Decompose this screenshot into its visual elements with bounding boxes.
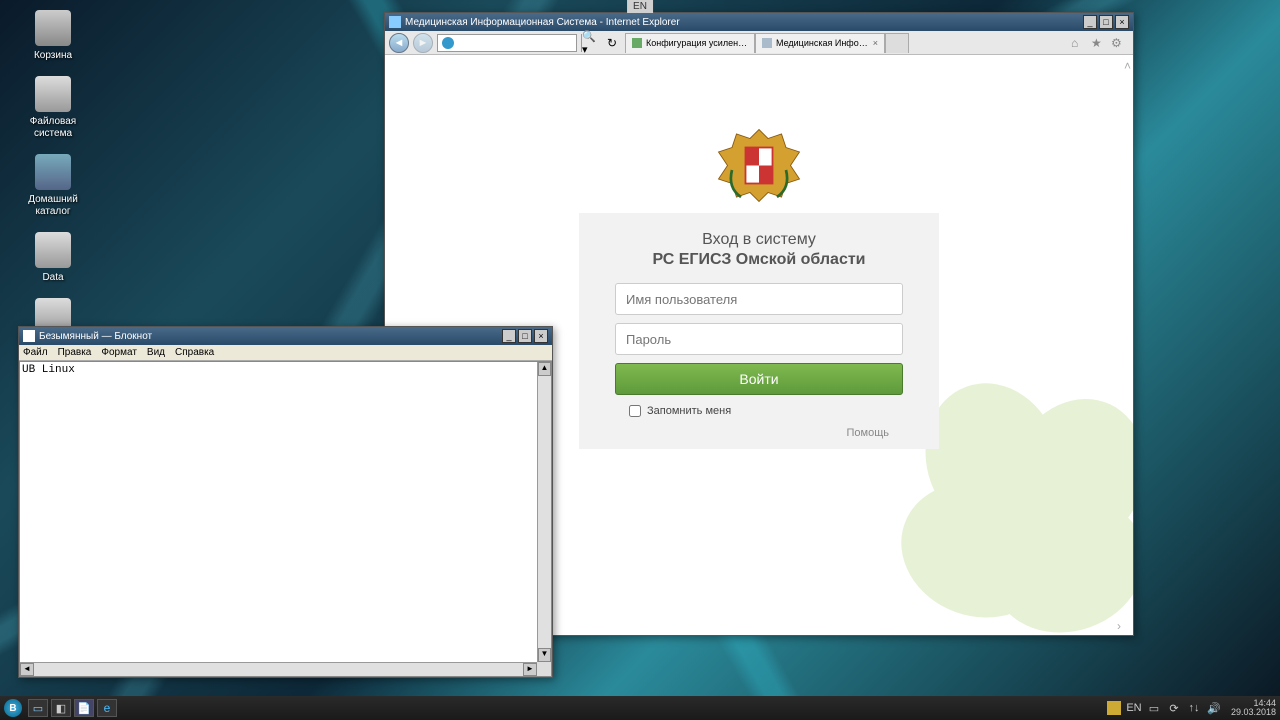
maximize-button[interactable]: □ (1099, 15, 1113, 29)
files-icon: ▭ (33, 702, 43, 715)
maximize-button[interactable]: □ (518, 329, 532, 343)
login-panel: Вход в систему РС ЕГИСЗ Омской области В… (579, 125, 939, 449)
menu-help[interactable]: Справка (175, 347, 214, 358)
tray-app-icon[interactable] (1107, 701, 1121, 715)
login-submit-button[interactable]: Войти (615, 363, 903, 395)
tray-update-icon[interactable]: ⟳ (1167, 701, 1181, 715)
address-bar[interactable] (437, 34, 577, 52)
tab-config[interactable]: Конфигурация усиленной без... (625, 33, 755, 53)
login-title: Вход в систему (593, 231, 925, 249)
new-tab-button[interactable] (885, 33, 909, 53)
browser-tabs: Конфигурация усиленной без... Медицинска… (625, 33, 1063, 53)
desktop-icons: Корзина Файловая система Домашний катало… (18, 10, 88, 338)
browser-toolbar: ◄ ► 🔍▾ ↻ Конфигурация усиленной без... М… (385, 31, 1133, 55)
username-input[interactable] (615, 283, 903, 315)
notepad-task-icon: 📄 (77, 702, 91, 715)
notepad-textarea[interactable] (20, 362, 537, 662)
scroll-right-button[interactable]: ► (523, 663, 537, 676)
browser-title: Медицинская Информационная Система - Int… (405, 17, 1083, 28)
desktop-icon-data[interactable]: Data (18, 232, 88, 284)
tab-favicon-icon (762, 38, 772, 48)
notepad-icon (23, 330, 35, 342)
trash-icon (35, 10, 71, 46)
remember-label: Запомнить меня (647, 405, 731, 417)
home-icon[interactable]: ⌂ (1071, 36, 1085, 50)
menu-view[interactable]: Вид (147, 347, 165, 358)
menu-format[interactable]: Формат (101, 347, 137, 358)
scroll-right-icon[interactable]: › (1117, 619, 1121, 633)
scroll-up-button[interactable]: ▲ (538, 362, 551, 376)
horizontal-scrollbar[interactable]: ◄ ► (20, 662, 537, 676)
notepad-editor: ▲ ▼ ◄ ► (19, 361, 552, 677)
tray-network-icon[interactable]: ↑↓ (1187, 701, 1201, 715)
tray-clock[interactable]: 14:44 29.03.2018 (1231, 699, 1276, 717)
menu-edit[interactable]: Правка (58, 347, 92, 358)
password-input[interactable] (615, 323, 903, 355)
tab-favicon-icon (632, 38, 642, 48)
taskbar-notepad-button[interactable]: 📄 (74, 699, 94, 717)
scroll-left-button[interactable]: ◄ (20, 663, 34, 676)
tray-battery-icon[interactable]: ▭ (1147, 701, 1161, 715)
tools-icon[interactable]: ⚙ (1111, 36, 1125, 50)
taskbar-browser-button[interactable]: e (97, 699, 117, 717)
start-button[interactable]: B (4, 699, 22, 717)
notepad-titlebar[interactable]: Безымянный — Блокнот _ □ × (19, 327, 552, 345)
resize-grip[interactable] (537, 662, 551, 676)
tray-date: 29.03.2018 (1231, 708, 1276, 717)
close-button[interactable]: × (534, 329, 548, 343)
tray-lang[interactable]: EN (1127, 701, 1141, 715)
menu-file[interactable]: Файл (23, 347, 48, 358)
reload-button[interactable]: ↻ (603, 34, 621, 52)
folder-home-icon (35, 154, 71, 190)
taskbar-desktop-button[interactable]: ◧ (51, 699, 71, 717)
remember-checkbox[interactable] (629, 405, 641, 417)
system-tray: EN ▭ ⟳ ↑↓ 🔊 14:44 29.03.2018 (1107, 699, 1276, 717)
notepad-title: Безымянный — Блокнот (39, 331, 502, 342)
search-dropdown-button[interactable]: 🔍▾ (581, 34, 599, 52)
close-button[interactable]: × (1115, 15, 1129, 29)
tab-medinfo[interactable]: Медицинская Информацио... × (755, 33, 885, 53)
lang-indicator-top[interactable]: EN (627, 0, 653, 13)
desktop-icon-home[interactable]: Домашний каталог (18, 154, 88, 218)
ie-page-icon (442, 37, 454, 49)
minimize-button[interactable]: _ (502, 329, 516, 343)
desktop-icon: ◧ (56, 702, 66, 715)
login-subtitle: РС ЕГИСЗ Омской области (593, 251, 925, 269)
scroll-down-button[interactable]: ▼ (538, 648, 551, 662)
crest-logo (714, 125, 804, 205)
minimize-button[interactable]: _ (1083, 15, 1097, 29)
forward-button[interactable]: ► (413, 33, 433, 53)
vertical-scrollbar[interactable]: ▲ ▼ (537, 362, 551, 662)
drive-icon (35, 76, 71, 112)
tab-close-icon[interactable]: × (873, 38, 878, 48)
favorites-icon[interactable]: ★ (1091, 36, 1105, 50)
browser-titlebar[interactable]: Медицинская Информационная Система - Int… (385, 13, 1133, 31)
scroll-up-icon[interactable]: ˄ (1124, 59, 1131, 73)
drive-icon (35, 232, 71, 268)
back-button[interactable]: ◄ (389, 33, 409, 53)
taskbar: B ▭ ◧ 📄 e EN ▭ ⟳ ↑↓ 🔊 14:44 29.03.2018 (0, 696, 1280, 720)
desktop-icon-trash[interactable]: Корзина (18, 10, 88, 62)
desktop-icon-filesystem[interactable]: Файловая система (18, 76, 88, 140)
notepad-window: Безымянный — Блокнот _ □ × Файл Правка Ф… (18, 326, 553, 678)
tray-volume-icon[interactable]: 🔊 (1207, 701, 1221, 715)
taskbar-files-button[interactable]: ▭ (28, 699, 48, 717)
ie-icon (389, 16, 401, 28)
help-link[interactable]: Помощь (593, 427, 889, 439)
notepad-menubar: Файл Правка Формат Вид Справка (19, 345, 552, 361)
ie-task-icon: e (104, 701, 111, 715)
